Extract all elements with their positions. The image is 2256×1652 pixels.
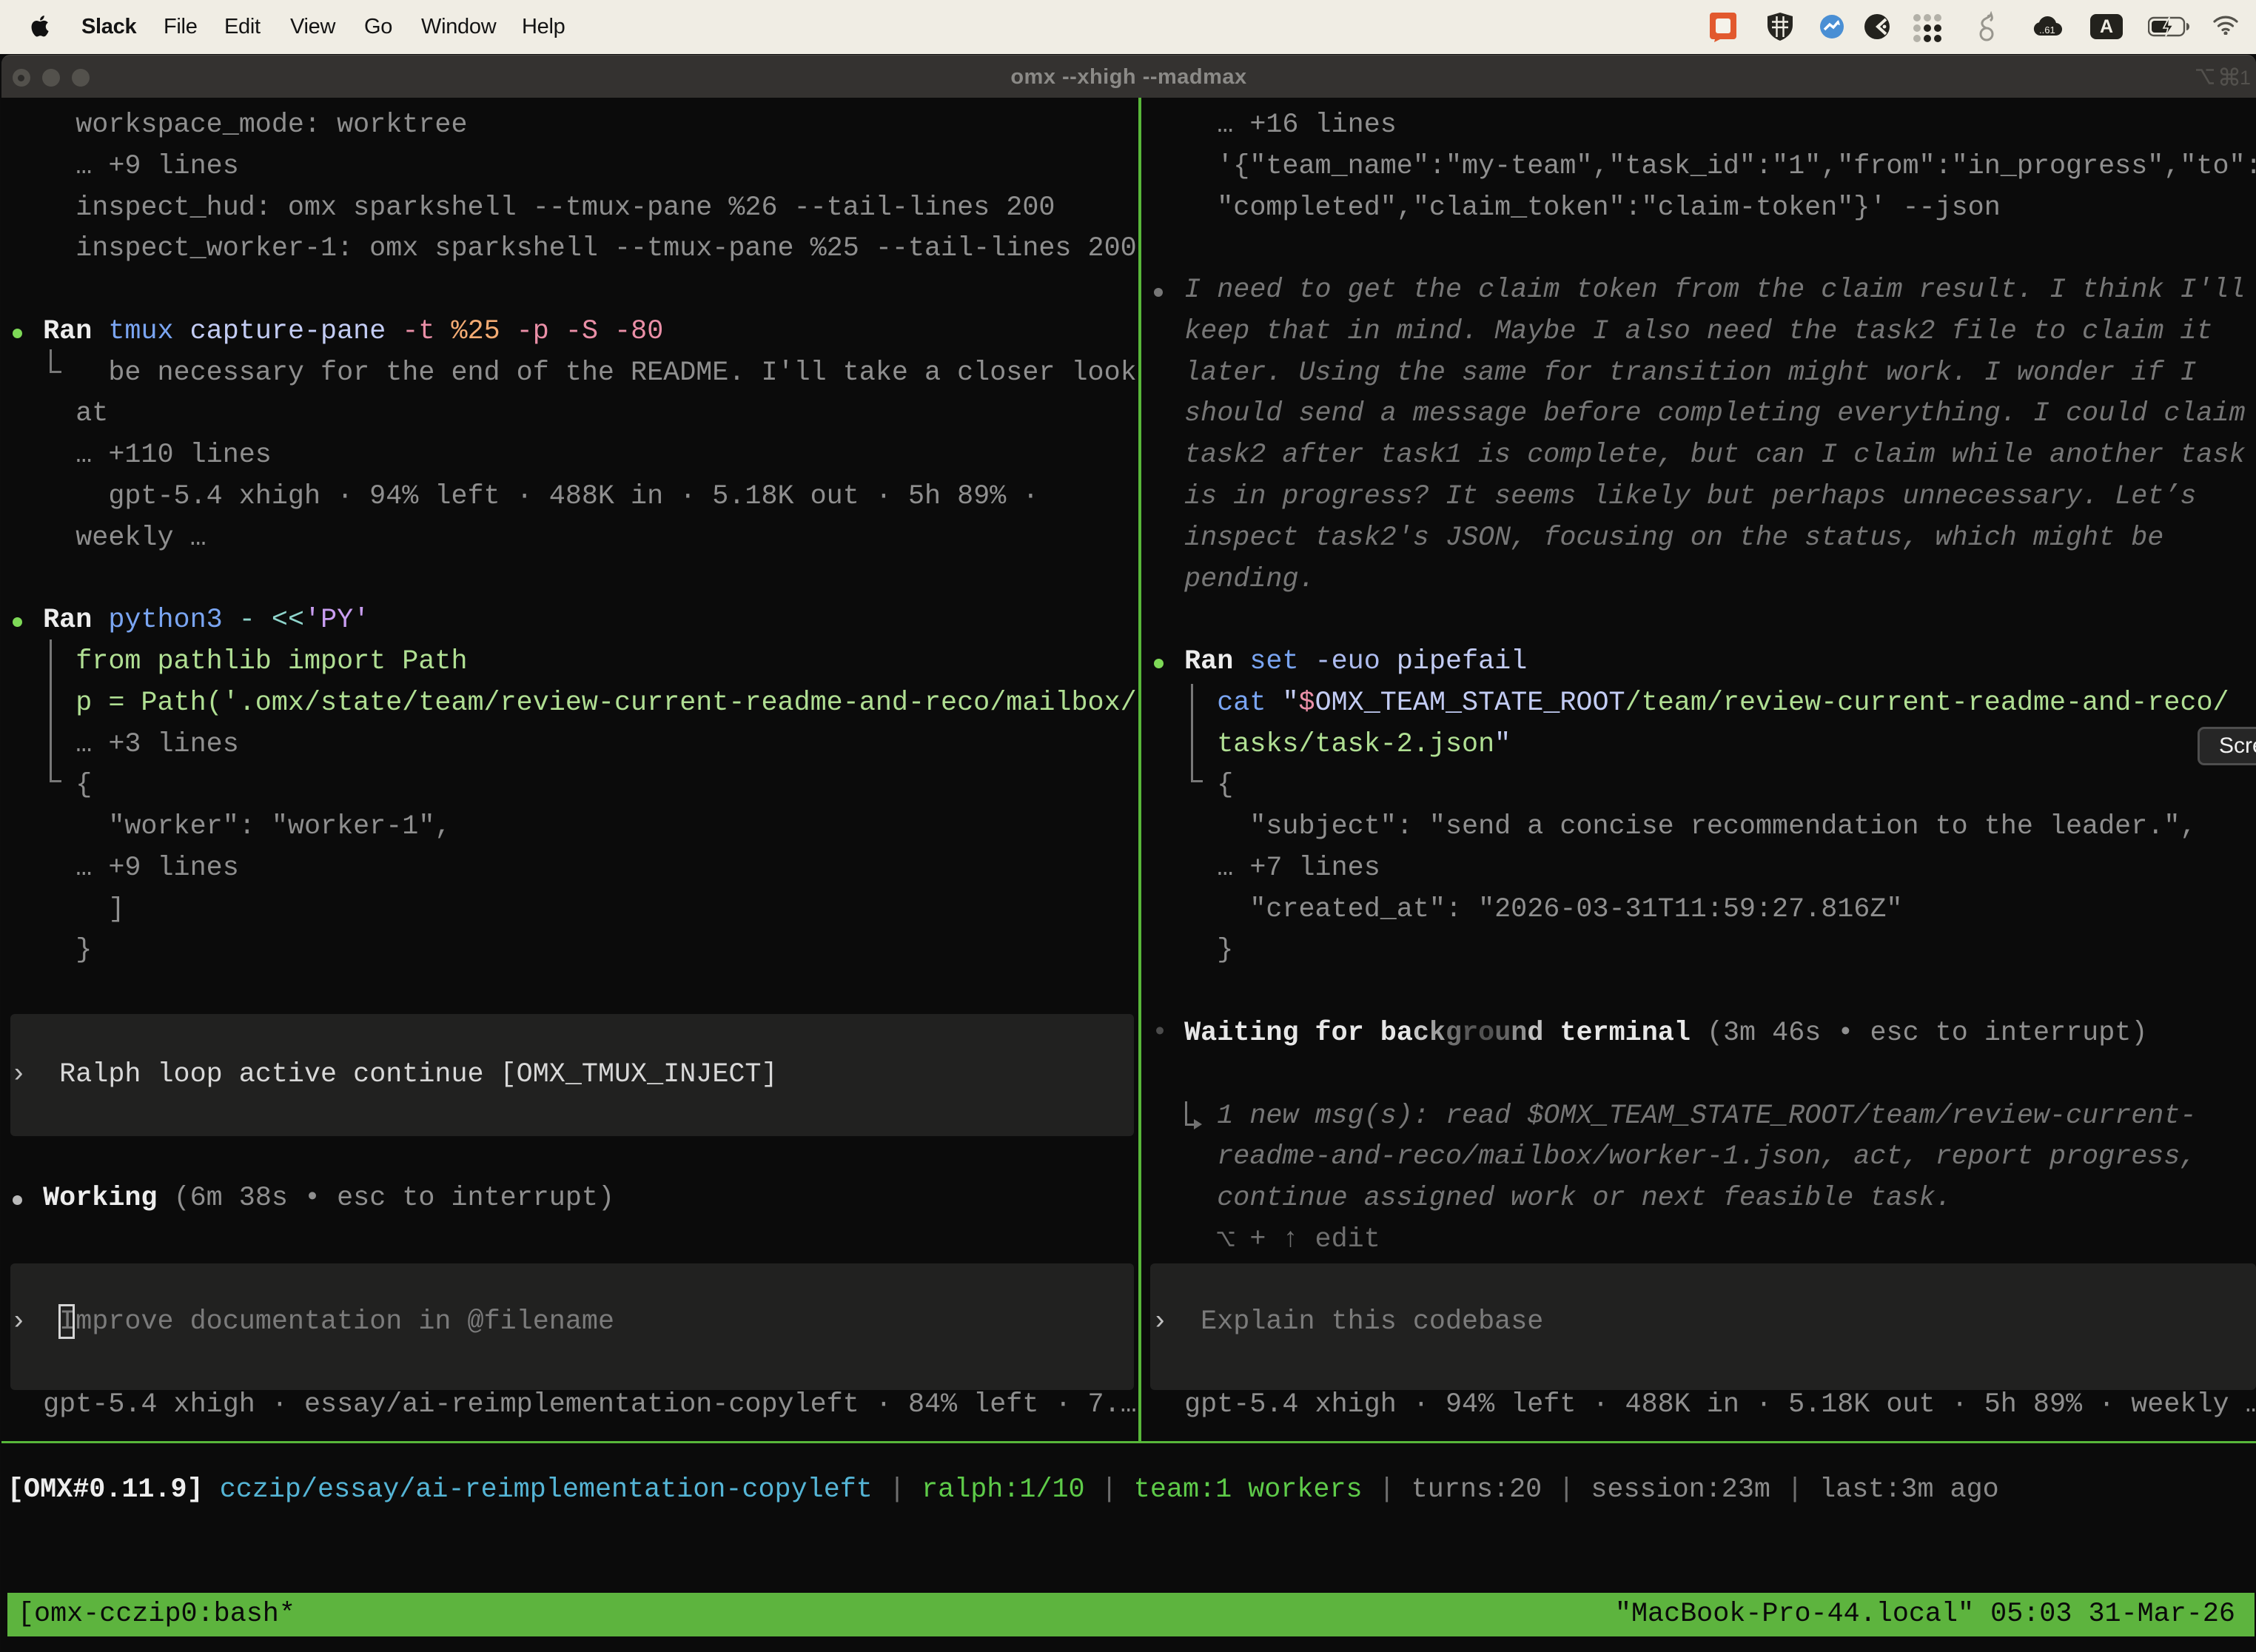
- svg-text:1: 1: [2240, 67, 2251, 87]
- svg-text:..61: ..61: [2039, 24, 2055, 36]
